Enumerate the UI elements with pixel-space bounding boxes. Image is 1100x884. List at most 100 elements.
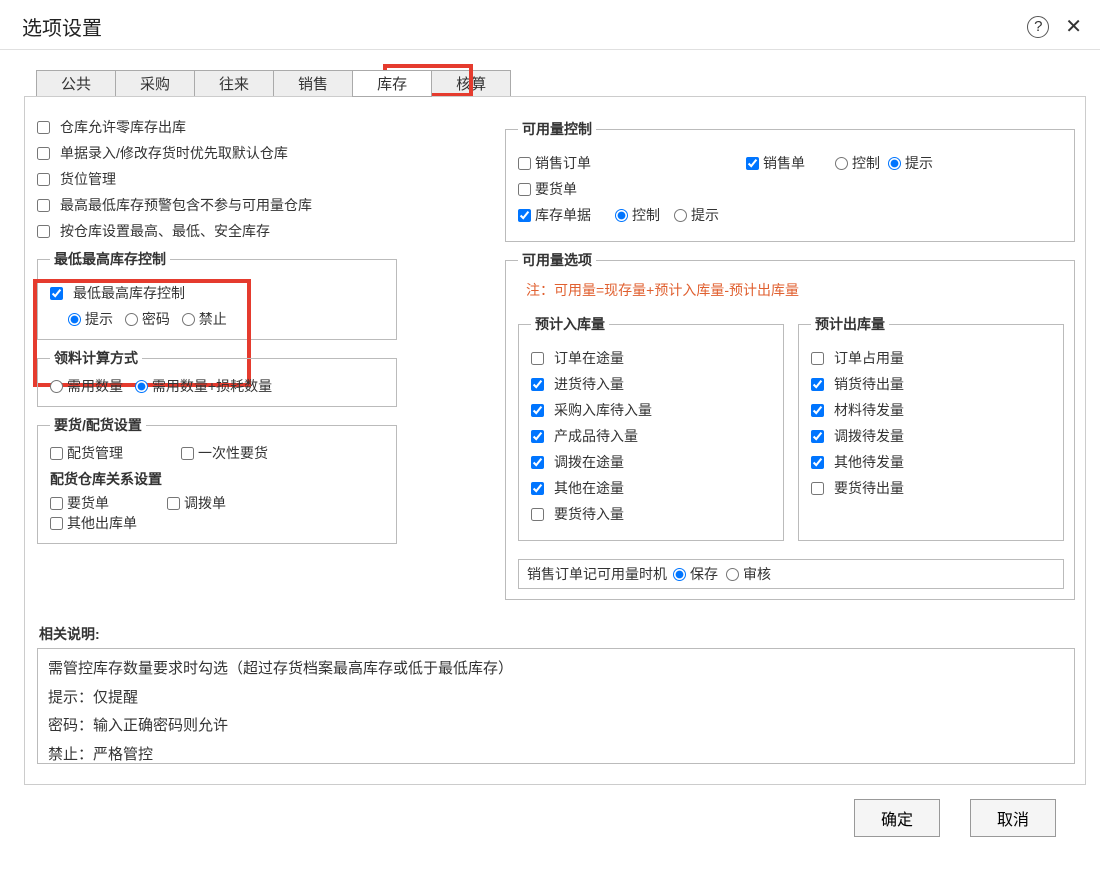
cb-stock-control[interactable] <box>50 287 63 300</box>
in-lbl-3: 产成品待入量 <box>554 426 638 446</box>
explain-line: 密码：输入正确密码则允许 <box>48 712 1064 741</box>
out-cb-2[interactable] <box>811 404 824 417</box>
fs-avail-options: 可用量选项 注：可用量=现存量+预计入库量-预计出库量 预计入库量 订单在途量进… <box>505 250 1075 600</box>
in-cb-5[interactable] <box>531 482 544 495</box>
lbl-sales-slip: 销售单 <box>763 153 805 173</box>
explain-box[interactable]: 需管控库存数量要求时勾选（超过存货档案最高库存或低于最低库存）提示：仅提醒密码：… <box>37 648 1075 764</box>
out-cb-5[interactable] <box>811 482 824 495</box>
legend-expected-in: 预计入库量 <box>531 314 609 334</box>
rd-sd-ctrl[interactable] <box>615 209 628 222</box>
lbl-alert-include: 最高最低库存预警包含不参与可用量仓库 <box>60 195 312 215</box>
legend-expected-out: 预计出库量 <box>811 314 889 334</box>
explain-line: 禁止：严格管控 <box>48 741 1064 765</box>
lbl-yaohuo: 要货单 <box>67 493 109 513</box>
lbl-ss-ctrl: 控制 <box>852 153 880 173</box>
lbl-ss-hint: 提示 <box>905 153 933 173</box>
lbl-sc-hint: 提示 <box>85 309 113 329</box>
in-cb-6[interactable] <box>531 508 544 521</box>
rd-pc-qty-loss[interactable] <box>135 380 148 393</box>
in-cb-0[interactable] <box>531 352 544 365</box>
cb-stock-doc[interactable] <box>518 209 531 222</box>
help-icon[interactable]: ? <box>1027 16 1049 38</box>
cb-sales-slip[interactable] <box>746 157 759 170</box>
lbl-other-out: 其他出库单 <box>67 513 137 533</box>
in-cb-1[interactable] <box>531 378 544 391</box>
cb-zero-stock[interactable] <box>37 121 50 134</box>
in-lbl-1: 进货待入量 <box>554 374 624 394</box>
tab-inventory[interactable]: 库存 <box>352 70 432 97</box>
lbl-timing-save: 保存 <box>690 564 718 584</box>
out-lbl-3: 调拨待发量 <box>834 426 904 446</box>
out-lbl-5: 要货待出量 <box>834 478 904 498</box>
cb-onetime[interactable] <box>181 447 194 460</box>
lbl-stock-control: 最低最高库存控制 <box>73 283 185 303</box>
legend-pick-calc: 领料计算方式 <box>50 348 142 368</box>
out-lbl-4: 其他待发量 <box>834 452 904 472</box>
legend-avail-control: 可用量控制 <box>518 119 596 139</box>
rd-sc-forbid[interactable] <box>182 313 195 326</box>
explain-line: 提示：仅提醒 <box>48 684 1064 713</box>
avail-formula-note: 注：可用量=现存量+预计入库量-预计出库量 <box>526 280 1064 300</box>
tabs-row: 公共 采购 往来 销售 库存 核算 <box>36 70 1086 97</box>
timing-label: 销售订单记可用量时机 <box>527 564 667 584</box>
lbl-onetime: 一次性要货 <box>198 443 268 463</box>
out-cb-1[interactable] <box>811 378 824 391</box>
close-icon[interactable]: ✕ <box>1065 14 1082 39</box>
cb-bin-mgmt[interactable] <box>37 173 50 186</box>
lbl-sc-pwd: 密码 <box>142 309 170 329</box>
tab-purchase[interactable]: 采购 <box>115 70 195 97</box>
cb-dist-mgmt[interactable] <box>50 447 63 460</box>
cb-alert-include[interactable] <box>37 199 50 212</box>
tab-accounting[interactable]: 核算 <box>431 70 511 97</box>
cb-req-order[interactable] <box>518 183 531 196</box>
cb-other-out[interactable] <box>50 517 63 530</box>
rd-timing-audit[interactable] <box>726 568 739 581</box>
legend-stock-control: 最低最高库存控制 <box>50 249 170 269</box>
explain-line: 需管控库存数量要求时勾选（超过存货档案最高库存或低于最低库存） <box>48 655 1064 684</box>
in-cb-3[interactable] <box>531 430 544 443</box>
in-cb-2[interactable] <box>531 404 544 417</box>
tab-sales[interactable]: 销售 <box>273 70 353 97</box>
rd-timing-save[interactable] <box>673 568 686 581</box>
cancel-button[interactable]: 取消 <box>970 799 1056 837</box>
tab-往来[interactable]: 往来 <box>194 70 274 97</box>
in-lbl-0: 订单在途量 <box>554 348 624 368</box>
cb-default-wh[interactable] <box>37 147 50 160</box>
rd-ss-ctrl[interactable] <box>835 157 848 170</box>
window-title: 选项设置 <box>22 12 102 41</box>
rd-sc-pwd[interactable] <box>125 313 138 326</box>
fs-stock-control: 最低最高库存控制 最低最高库存控制 提示 密码 禁止 <box>37 249 397 340</box>
in-cb-4[interactable] <box>531 456 544 469</box>
cb-sales-order[interactable] <box>518 157 531 170</box>
lbl-req-order: 要货单 <box>535 179 577 199</box>
cb-per-wh-limits[interactable] <box>37 225 50 238</box>
fs-pick-calc: 领料计算方式 需用数量 需用数量+损耗数量 <box>37 348 397 407</box>
rd-ss-hint[interactable] <box>888 157 901 170</box>
ok-button[interactable]: 确定 <box>854 799 940 837</box>
rd-sd-hint[interactable] <box>674 209 687 222</box>
lbl-pc-qty: 需用数量 <box>67 376 123 396</box>
lbl-sd-ctrl: 控制 <box>632 205 660 225</box>
lbl-sd-hint: 提示 <box>691 205 719 225</box>
out-cb-3[interactable] <box>811 430 824 443</box>
fs-dist: 要货/配货设置 配货管理 一次性要货 配货仓库关系设置 要货单 调拨单 其他出库… <box>37 415 397 544</box>
tab-public[interactable]: 公共 <box>36 70 116 97</box>
in-lbl-2: 采购入库待入量 <box>554 400 652 420</box>
lbl-default-wh: 单据录入/修改存货时优先取默认仓库 <box>60 143 288 163</box>
fs-expected-out: 预计出库量 订单占用量销货待出量材料待发量调拨待发量其他待发量要货待出量 <box>798 314 1064 541</box>
rd-pc-qty[interactable] <box>50 380 63 393</box>
lbl-sales-order: 销售订单 <box>535 153 591 173</box>
in-lbl-5: 其他在途量 <box>554 478 624 498</box>
legend-avail-options: 可用量选项 <box>518 250 596 270</box>
rd-sc-hint[interactable] <box>68 313 81 326</box>
lbl-stock-doc: 库存单据 <box>535 205 591 225</box>
cb-yaohuo[interactable] <box>50 497 63 510</box>
lbl-timing-audit: 审核 <box>743 564 771 584</box>
out-lbl-1: 销货待出量 <box>834 374 904 394</box>
out-cb-4[interactable] <box>811 456 824 469</box>
lbl-bin-mgmt: 货位管理 <box>60 169 116 189</box>
out-cb-0[interactable] <box>811 352 824 365</box>
lbl-zero-stock: 仓库允许零库存出库 <box>60 117 186 137</box>
lbl-sc-forbid: 禁止 <box>199 309 227 329</box>
cb-diaobo[interactable] <box>167 497 180 510</box>
